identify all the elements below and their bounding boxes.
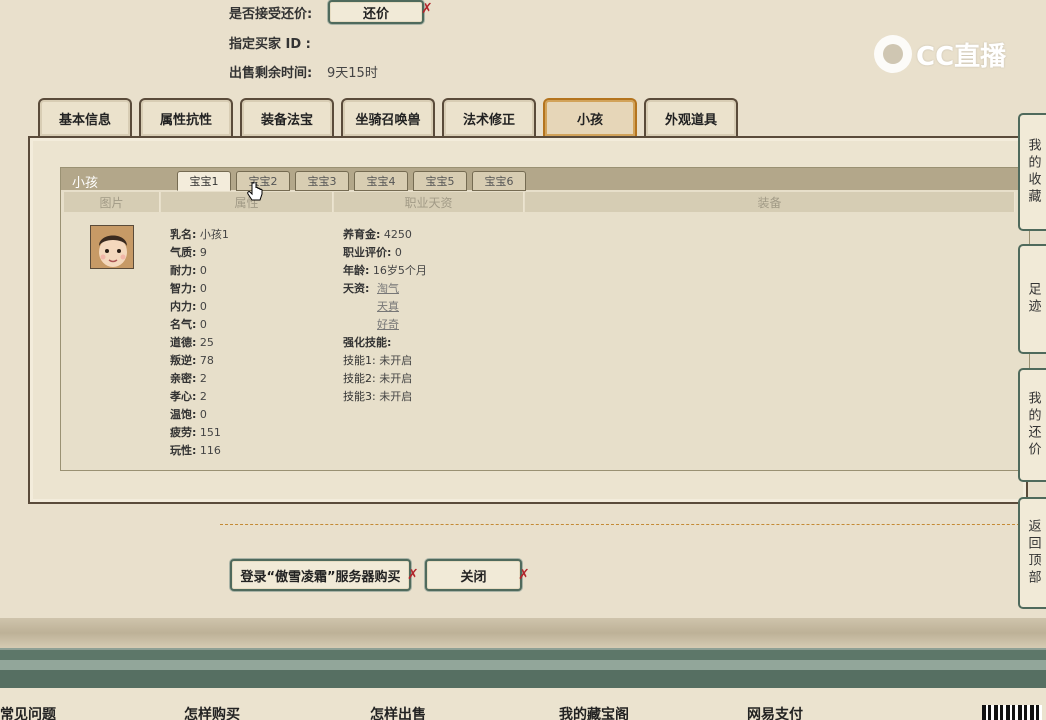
tab-spell-correction[interactable]: 法术修正	[442, 98, 536, 136]
column-picture: 图片	[64, 192, 160, 212]
close-button[interactable]: 关闭	[425, 559, 522, 591]
tab-mounts-pets[interactable]: 坐骑召唤兽	[341, 98, 435, 136]
footer-stripe	[0, 648, 1046, 660]
tab-appearance-items[interactable]: 外观道具	[644, 98, 738, 136]
sidenav-favorites[interactable]: 我的收藏	[1018, 113, 1046, 231]
footer-stripe	[0, 670, 1046, 688]
close-button-label: 关闭	[460, 569, 487, 585]
skill-row: 技能1: 未开启	[343, 354, 413, 367]
subtab-baby-1[interactable]: 宝宝1	[177, 171, 231, 191]
remaining-time-value: 9天15时	[327, 66, 378, 81]
attr-row: 乳名: 小孩1	[170, 228, 229, 241]
qr-code-icon	[982, 705, 1042, 720]
cc-logo-icon	[874, 35, 912, 73]
skill-row: 技能2: 未开启	[343, 372, 413, 385]
subtab-baby-2[interactable]: 宝宝2	[236, 171, 290, 191]
tab-basic-info[interactable]: 基本信息	[38, 98, 132, 136]
tab-attribute-resistance[interactable]: 属性抗性	[139, 98, 233, 136]
subtab-baby-4[interactable]: 宝宝4	[354, 171, 408, 191]
ribbon-icon: ✗	[407, 567, 419, 583]
buyer-id-label: 指定买家 ID :	[229, 37, 311, 52]
sidenav-my-bargains[interactable]: 我的还价	[1018, 368, 1046, 482]
child-portrait-icon	[91, 226, 133, 268]
attr-row: 亲密: 2	[170, 372, 207, 385]
age-row: 年龄: 16岁5个月	[343, 264, 427, 277]
attr-row: 孝心: 2	[170, 390, 207, 403]
ribbon-icon: ✗	[518, 567, 530, 583]
talent-label: 天资:	[343, 282, 370, 295]
child-panel-title: 小孩	[72, 176, 99, 191]
career-rating-row: 职业评价: 0	[343, 246, 402, 259]
footer-link-how-to-sell[interactable]: 怎样出售	[370, 704, 426, 720]
column-career-talent: 职业天资	[334, 192, 524, 212]
column-equipment: 装备	[525, 192, 1015, 212]
skill-header: 强化技能:	[343, 336, 392, 349]
attr-row: 智力: 0	[170, 282, 207, 295]
bargain-button[interactable]: 还价	[328, 0, 424, 24]
attr-row: 疲劳: 151	[170, 426, 221, 439]
login-buy-button[interactable]: 登录“傲雪凌霜”服务器购买	[230, 559, 411, 591]
talent-link[interactable]: 淘气	[377, 280, 399, 296]
child-avatar	[90, 225, 134, 269]
bargain-button-label: 还价	[362, 6, 389, 22]
attr-row: 温饱: 0	[170, 408, 207, 421]
sidenav-footprints[interactable]: 足迹	[1018, 244, 1046, 354]
attr-row: 玩性: 116	[170, 444, 221, 457]
login-buy-label: 登录“傲雪凌霜”服务器购买	[240, 569, 401, 585]
footer-link-faq[interactable]: 常见问题	[0, 704, 56, 720]
footer-bar	[0, 688, 1046, 720]
subtab-baby-6[interactable]: 宝宝6	[472, 171, 526, 191]
ribbon-icon: ✗	[421, 1, 433, 17]
footer-link-my-treasure[interactable]: 我的藏宝阁	[559, 704, 629, 720]
remaining-time-label: 出售剩余时间:	[229, 66, 313, 81]
subtab-baby-5[interactable]: 宝宝5	[413, 171, 467, 191]
tab-equipment[interactable]: 装备法宝	[240, 98, 334, 136]
talent-link[interactable]: 天真	[377, 298, 399, 314]
attr-row: 内力: 0	[170, 300, 207, 313]
attr-row: 气质: 9	[170, 246, 207, 259]
raise-gold-row: 养育金: 4250	[343, 228, 412, 241]
attr-row: 名气: 0	[170, 318, 207, 331]
cc-live-logo: CC直播	[874, 34, 1014, 74]
attr-row: 叛逆: 78	[170, 354, 214, 367]
subtab-baby-3[interactable]: 宝宝3	[295, 171, 349, 191]
footer-link-how-to-buy[interactable]: 怎样购买	[184, 704, 240, 720]
attr-row: 耐力: 0	[170, 264, 207, 277]
attr-row: 道德: 25	[170, 336, 214, 349]
logo-text: CC直播	[916, 41, 1007, 72]
tab-child[interactable]: 小孩	[543, 98, 637, 136]
dashed-divider	[220, 524, 1020, 525]
footer-link-netease-pay[interactable]: 网易支付	[747, 704, 803, 720]
sidenav-back-to-top[interactable]: 返回顶部	[1018, 497, 1046, 609]
footer-stripe	[0, 660, 1046, 670]
skill-row: 技能3: 未开启	[343, 390, 413, 403]
accept-bargain-label: 是否接受还价:	[229, 7, 313, 22]
hand-cursor-icon	[247, 182, 263, 201]
footer-decoration	[0, 618, 1046, 648]
talent-link[interactable]: 好奇	[377, 316, 399, 332]
